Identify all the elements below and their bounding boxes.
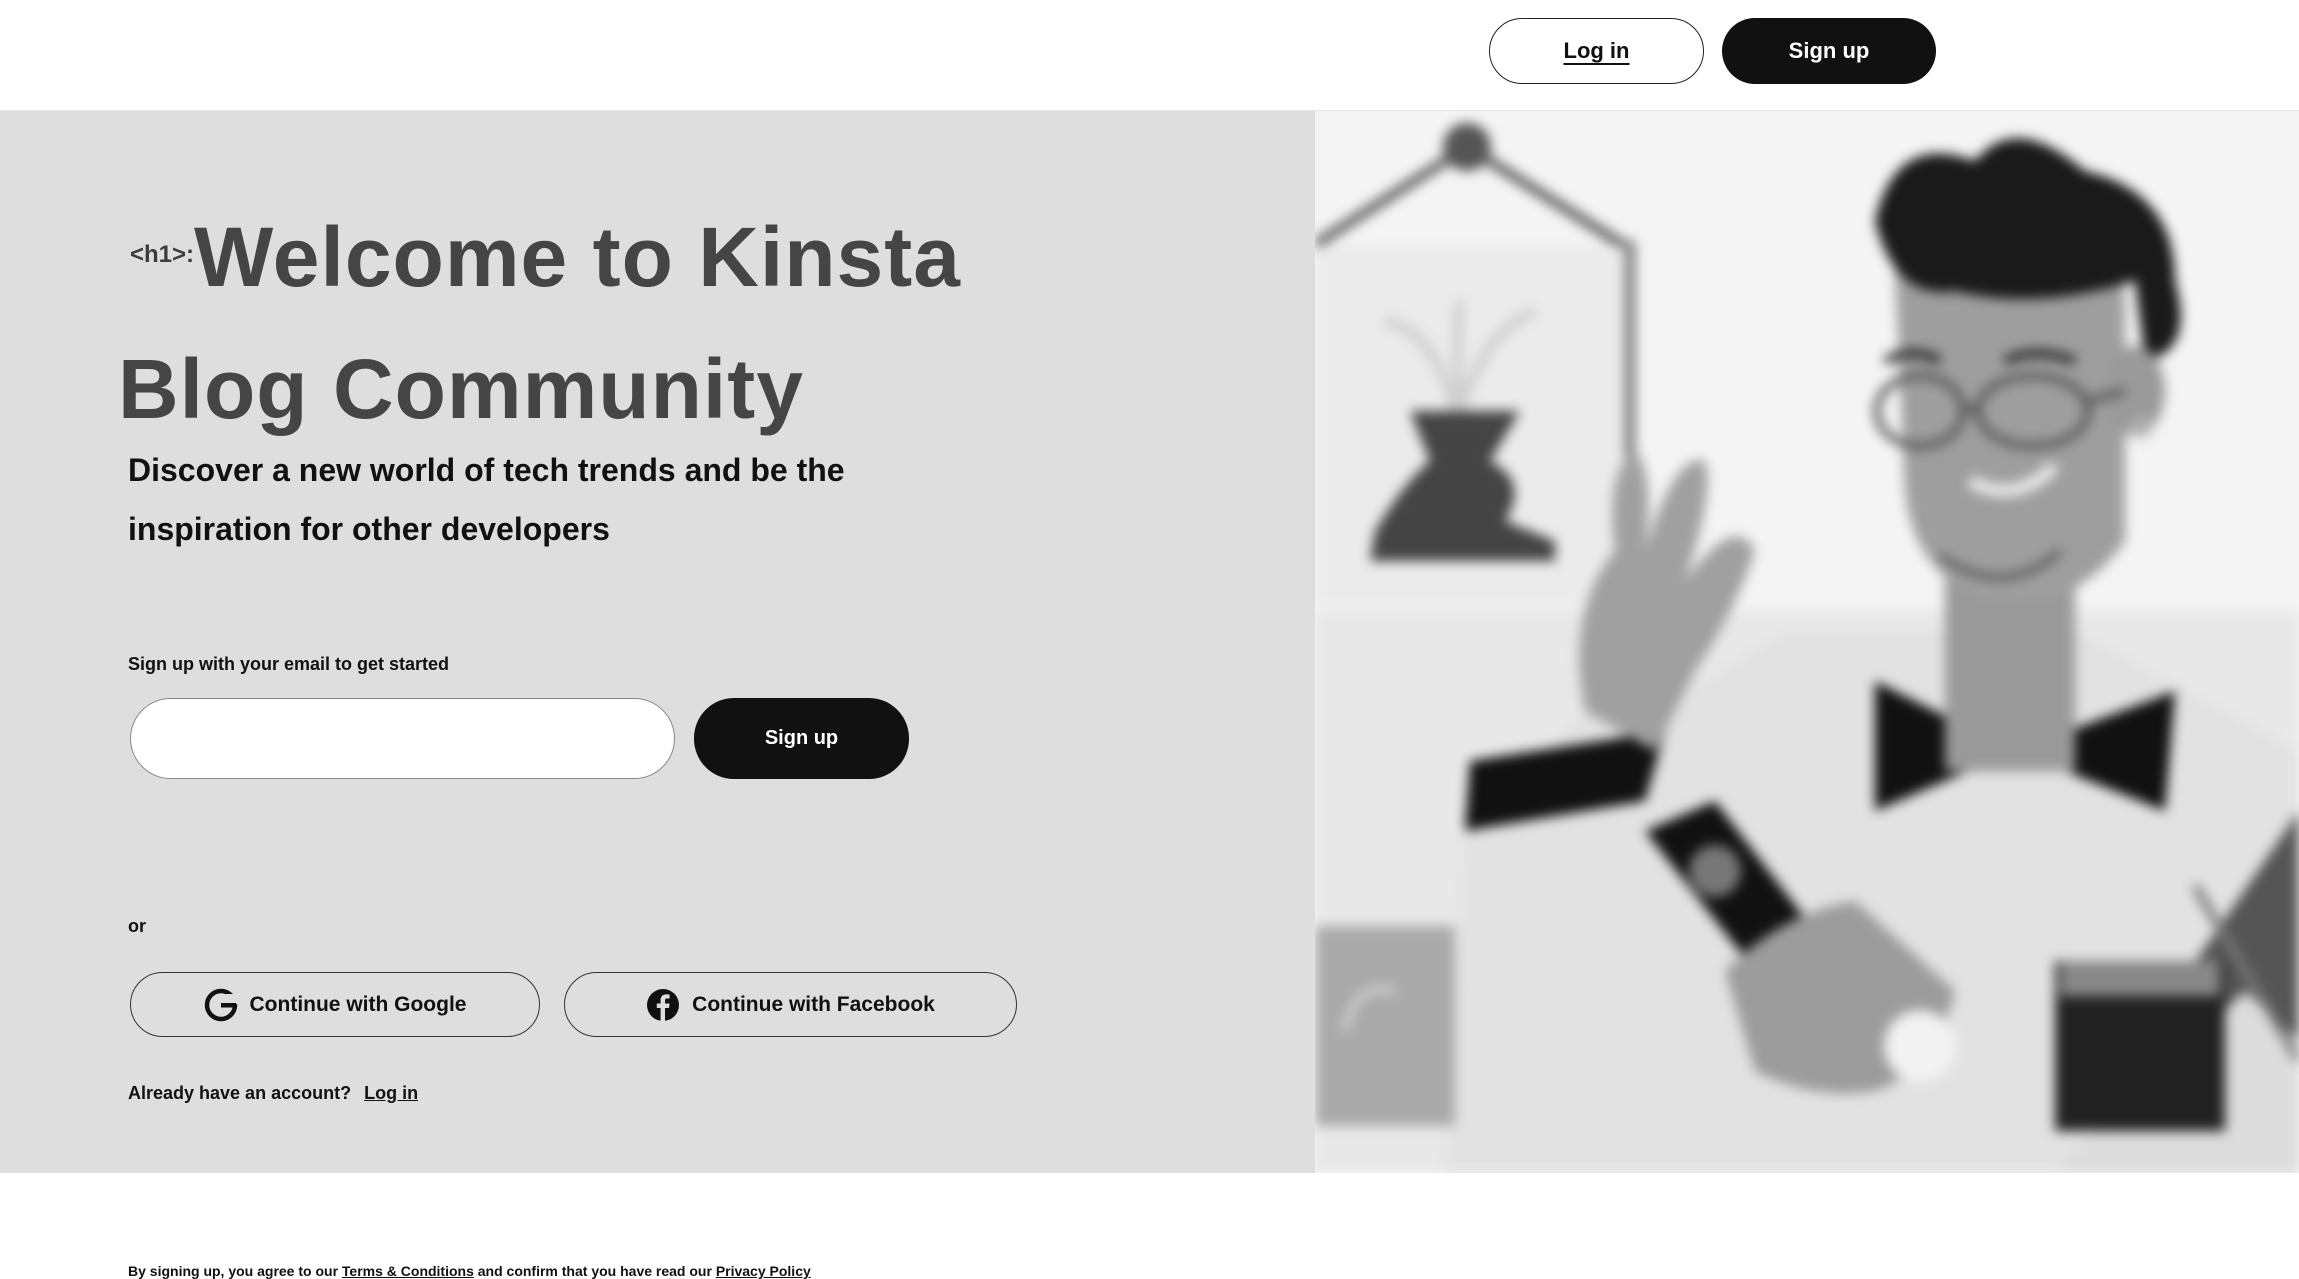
login-prompt-text: Already have an account? (128, 1083, 352, 1103)
signup-panel: <h1>: Welcome to Kinsta Blog Community D… (0, 111, 1315, 1279)
facebook-button-label: Continue with Facebook (692, 992, 935, 1016)
privacy-link[interactable]: Privacy Policy (716, 1263, 811, 1279)
terms-notice: By signing up, you agree to our Terms & … (128, 1263, 811, 1279)
continue-with-google-button[interactable]: Continue with Google (130, 972, 540, 1037)
page-title: Welcome to Kinsta Blog Community (118, 210, 961, 436)
google-icon (204, 988, 238, 1021)
page-subtitle: Discover a new world of tech trends and … (128, 452, 845, 547)
hero-illustration (1315, 111, 2299, 1173)
facebook-icon (647, 988, 680, 1022)
man-waving-illustration (1315, 111, 2299, 1173)
email-field[interactable] (130, 698, 675, 779)
header-login-button[interactable]: Log in (1489, 18, 1704, 84)
google-button-label: Continue with Google (249, 992, 467, 1016)
terms-middle-text: and confirm that you have read our (477, 1263, 712, 1279)
email-field-label: Sign up with your email to get started (128, 654, 450, 674)
terms-prefix-text: By signing up, you agree to our (128, 1263, 339, 1279)
login-prompt: Already have an account? Log in (128, 1083, 418, 1104)
top-header: Log in Sign up (0, 0, 2299, 111)
terms-link[interactable]: Terms & Conditions (342, 1263, 474, 1279)
header-signup-button[interactable]: Sign up (1722, 18, 1936, 84)
email-signup-button[interactable]: Sign up (694, 698, 909, 779)
continue-with-facebook-button[interactable]: Continue with Facebook (564, 972, 1017, 1037)
or-divider-text: or (128, 916, 146, 936)
login-link[interactable]: Log in (364, 1083, 418, 1103)
